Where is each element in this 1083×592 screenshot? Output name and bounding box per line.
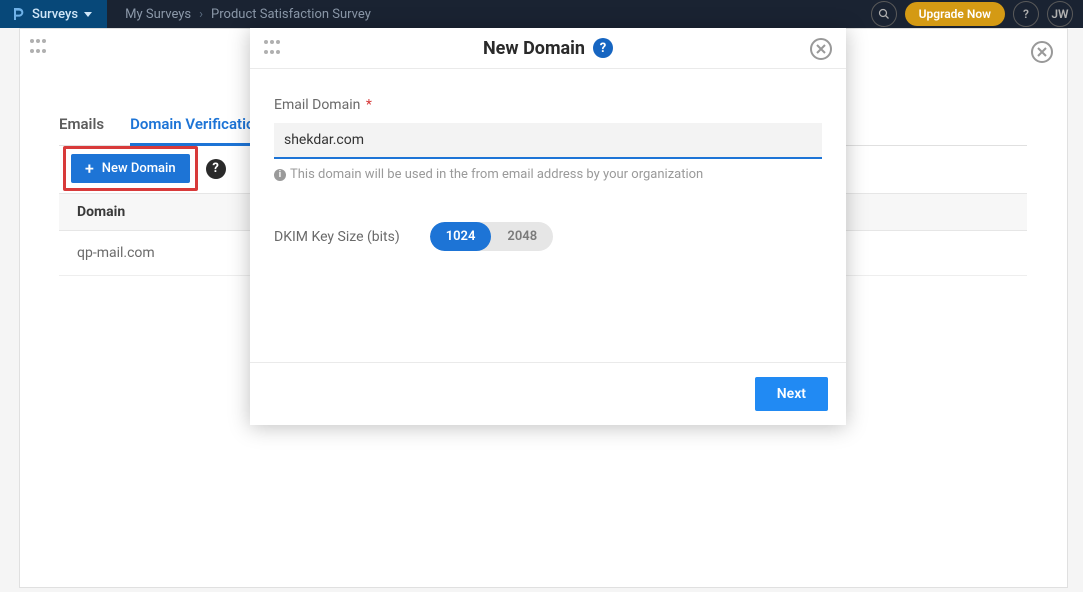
email-domain-input[interactable] xyxy=(274,123,822,159)
caret-down-icon xyxy=(84,12,92,17)
close-icon xyxy=(816,44,826,54)
modal-help-button[interactable]: ? xyxy=(593,38,613,58)
info-icon: i xyxy=(274,169,286,181)
brand-logo-icon xyxy=(10,6,26,22)
next-button[interactable]: Next xyxy=(755,377,828,411)
new-domain-button-label: New Domain xyxy=(102,161,176,176)
breadcrumb: My Surveys › Product Satisfaction Survey xyxy=(125,7,371,22)
help-button[interactable]: ? xyxy=(1013,1,1039,27)
search-button[interactable] xyxy=(871,1,897,27)
search-icon xyxy=(878,8,890,20)
breadcrumb-level1[interactable]: My Surveys xyxy=(125,7,191,22)
email-domain-hint: This domain will be used in the from ema… xyxy=(290,167,703,182)
tab-domain-verification[interactable]: Domain Verification xyxy=(130,115,263,146)
required-indicator: * xyxy=(366,97,372,113)
close-icon xyxy=(1037,47,1047,57)
new-domain-highlight: + New Domain xyxy=(63,146,198,191)
upgrade-button[interactable]: Upgrade Now xyxy=(905,2,1005,26)
app-switcher[interactable]: Surveys xyxy=(0,0,107,28)
dkim-key-size-toggle: 1024 2048 xyxy=(430,222,553,251)
modal-close-button[interactable] xyxy=(810,38,832,60)
tab-emails[interactable]: Emails xyxy=(59,115,104,145)
email-domain-label: Email Domain xyxy=(274,97,360,113)
panel-close-button[interactable] xyxy=(1031,41,1053,63)
breadcrumb-separator-icon: › xyxy=(199,7,203,22)
plus-icon: + xyxy=(85,164,94,174)
new-domain-help-button[interactable]: ? xyxy=(206,159,226,179)
modal-drag-handle[interactable] xyxy=(264,40,282,58)
panel-drag-handle[interactable] xyxy=(30,39,48,57)
user-avatar[interactable]: JW xyxy=(1047,1,1073,27)
app-label: Surveys xyxy=(32,7,78,22)
new-domain-button[interactable]: + New Domain xyxy=(71,154,190,183)
modal-title: New Domain xyxy=(483,38,585,59)
dkim-option-2048[interactable]: 2048 xyxy=(491,222,553,251)
dkim-option-1024[interactable]: 1024 xyxy=(430,222,492,251)
breadcrumb-level2[interactable]: Product Satisfaction Survey xyxy=(211,7,371,22)
new-domain-modal: New Domain ? Email Domain * i This domai… xyxy=(250,28,846,425)
dkim-key-size-label: DKIM Key Size (bits) xyxy=(274,229,400,245)
